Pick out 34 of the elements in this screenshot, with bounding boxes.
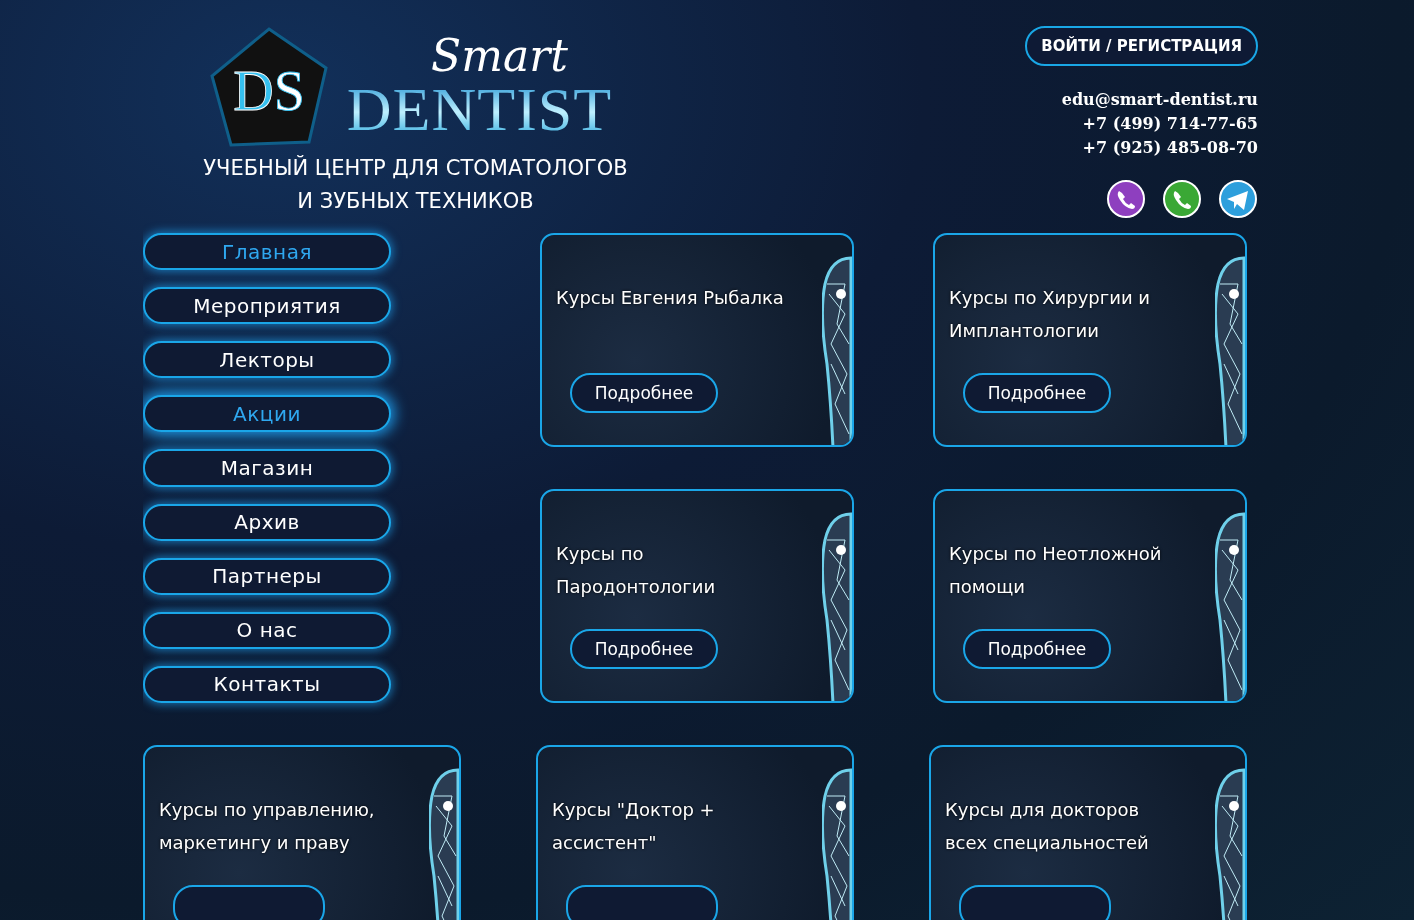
tagline: И ЗУБНЫХ ТЕХНИКОВ	[296, 188, 535, 215]
contact-text[interactable]: edu@smart-dentist.ru	[1061, 88, 1258, 112]
course-title: Курсы Евгения Рыбалка	[556, 286, 785, 310]
course-title: Курсы по Пародонтологии	[556, 542, 717, 599]
nav-button[interactable]: Акции	[143, 395, 391, 433]
nav-button[interactable]: Главная	[143, 233, 391, 271]
details-button[interactable]: Подробнее	[570, 629, 718, 669]
course-title: Курсы по Неотложной помощи	[949, 542, 1163, 599]
nav-button[interactable]: Архив	[143, 503, 391, 541]
telegram-icon[interactable]	[1218, 180, 1258, 220]
phone-chat-icon[interactable]	[1162, 180, 1202, 220]
details-button[interactable]: Подробнее	[570, 373, 718, 413]
nav-button[interactable]: Лекторы	[143, 341, 391, 379]
nav-button[interactable]: Контакты	[143, 665, 391, 703]
logo-script-text: Smart	[431, 34, 568, 78]
details-button[interactable]: Подробнее	[963, 629, 1111, 669]
tagline: УЧЕБНЫЙ ЦЕНТР ДЛЯ СТОМАТОЛОГОВ	[203, 154, 628, 182]
details-button[interactable]	[959, 885, 1111, 920]
details-button[interactable]	[566, 885, 718, 920]
login-button[interactable]: ВОЙТИ / РЕГИСТРАЦИЯ	[1025, 26, 1258, 66]
course-title: Курсы для докторов всех специальностей	[945, 798, 1150, 855]
nav-button[interactable]: Мероприятия	[143, 287, 391, 325]
nav-button[interactable]: Магазин	[143, 449, 391, 487]
course-title: Курсы по Хирургии и Имплантологии	[949, 286, 1151, 343]
contact-text[interactable]: +7 (925) 485-08-70	[1082, 136, 1258, 160]
course-title: Курсы "Доктор + ассистент"	[552, 798, 716, 855]
contact-text[interactable]: +7 (499) 714-77-65	[1082, 112, 1258, 136]
nav-button[interactable]: О нас	[143, 611, 391, 649]
logo-monogram: DS	[233, 60, 305, 122]
details-button[interactable]: Подробнее	[963, 373, 1111, 413]
course-title: Курсы по управлению, маркетингу и праву	[159, 798, 376, 855]
phone-chat-icon[interactable]	[1106, 180, 1146, 220]
details-button[interactable]	[173, 885, 325, 920]
nav-button[interactable]: Партнеры	[143, 557, 391, 595]
